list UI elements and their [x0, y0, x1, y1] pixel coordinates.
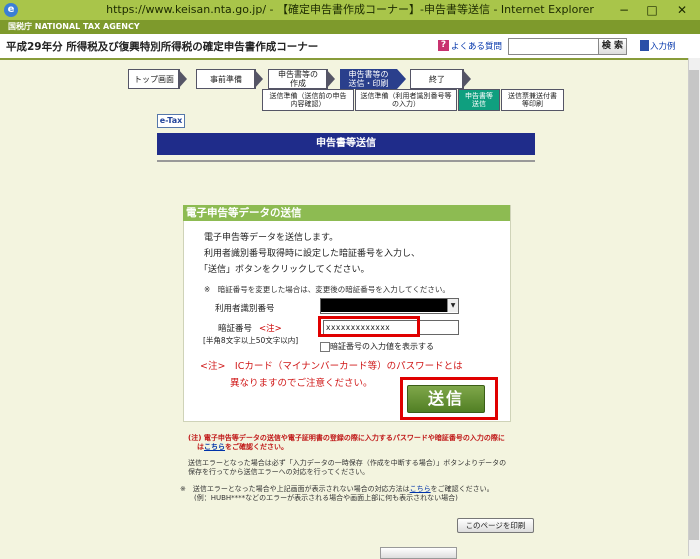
page-heading: 平成29年分 所得税及び復興特別所得税の確定申告書作成コーナー: [6, 41, 319, 53]
chevron-down-icon[interactable]: ▼: [447, 299, 458, 312]
send-button[interactable]: 送信: [407, 385, 485, 413]
show-password-label[interactable]: 暗証番号の入力値を表示する: [330, 341, 434, 352]
search-button[interactable]: 検 索: [598, 38, 627, 55]
maximize-button[interactable]: □: [638, 0, 666, 20]
window-title: https://www.keisan.nta.go.jp/ - 【確定申告書作成…: [106, 3, 594, 16]
password-highlight: [318, 316, 420, 337]
instruction-line-2: 利用者識別番号取得時に設定した暗証番号を入力し、: [204, 249, 421, 259]
ic-card-warning-1: <注> ICカード（マイナンバーカード等）のパスワードとは: [200, 361, 463, 372]
window-titlebar: e https://www.keisan.nta.go.jp/ - 【確定申告書…: [0, 0, 700, 20]
header-bar: 平成29年分 所得税及び復興特別所得税の確定申告書作成コーナー ? よくある質問…: [0, 34, 700, 60]
agency-bar: 国税庁 NATIONAL TAX AGENCY: [0, 20, 700, 34]
page-title: 申告書等送信: [157, 133, 535, 155]
pw-change-note: ※ 暗証番号を変更した場合は、変更後の暗証番号を入力してください。: [204, 285, 450, 294]
question-icon[interactable]: ?: [438, 40, 449, 51]
book-icon[interactable]: [640, 40, 649, 51]
substep-send-current: 申告書等 送信: [458, 89, 500, 111]
step-arrow-icon: [254, 69, 263, 89]
userid-label: 利用者識別番号: [215, 304, 275, 314]
step-top: トップ画面: [128, 69, 180, 89]
faq-link[interactable]: よくある質問: [451, 40, 502, 52]
error-note-4: (例：HUBH****などのエラーが表示される場合や画面上部に何も表示されない場…: [194, 494, 458, 502]
step-arrow-icon: [326, 69, 335, 89]
step-arrow-icon: [178, 69, 187, 89]
instruction-line-1: 電子申告等データを送信します。: [204, 233, 339, 243]
error-help-link[interactable]: こちら: [410, 485, 431, 493]
step-arrow-icon: [397, 69, 406, 89]
instruction-line-3: 「送信」ボタンをクリックしてください。: [199, 265, 370, 275]
pw-length-hint: [半角8文字以上50文字以内]: [203, 336, 299, 345]
partial-button[interactable]: [380, 547, 457, 559]
minimize-button[interactable]: −: [610, 0, 638, 20]
step-prepare: 事前準備: [196, 69, 256, 89]
substep-print: 送信票兼送付書 等印刷: [501, 89, 564, 111]
input-example-link[interactable]: 入力例: [650, 40, 676, 52]
password-info-link[interactable]: こちら: [204, 443, 225, 451]
substep-confirm: 送信準備（送信前の申告 内容確認）: [262, 89, 354, 111]
close-button[interactable]: ✕: [668, 0, 696, 20]
pw-note-link[interactable]: <注>: [259, 322, 282, 334]
substep-id-entry: 送信準備（利用者識別番号等 の入力）: [355, 89, 457, 111]
red-note-2: はこちらをご確認ください。: [197, 443, 288, 451]
userid-redaction: [321, 299, 447, 312]
step-arrow-icon: [462, 69, 471, 89]
agency-logo[interactable]: 国税庁 NATIONAL TAX AGENCY: [0, 22, 140, 31]
scrollbar-thumb[interactable]: [689, 70, 699, 540]
step-create: 申告書等の 作成: [268, 69, 328, 89]
divider: [157, 160, 535, 162]
print-page-button[interactable]: このページを印刷: [457, 518, 534, 533]
search-input[interactable]: [508, 38, 601, 55]
etax-logo: e-Tax: [157, 114, 185, 128]
error-note-2: 保存を行ってから送信エラーへの対応を行ってください。: [188, 468, 370, 476]
ic-card-warning-2: 異なりますのでご注意ください。: [230, 378, 373, 389]
pw-label: 暗証番号: [218, 324, 253, 334]
show-password-checkbox[interactable]: [320, 342, 330, 352]
panel-heading: 電子申告等データの送信: [183, 205, 510, 221]
step-send-current: 申告書等の 送信・印刷: [340, 69, 397, 89]
step-end: 終了: [410, 69, 464, 89]
